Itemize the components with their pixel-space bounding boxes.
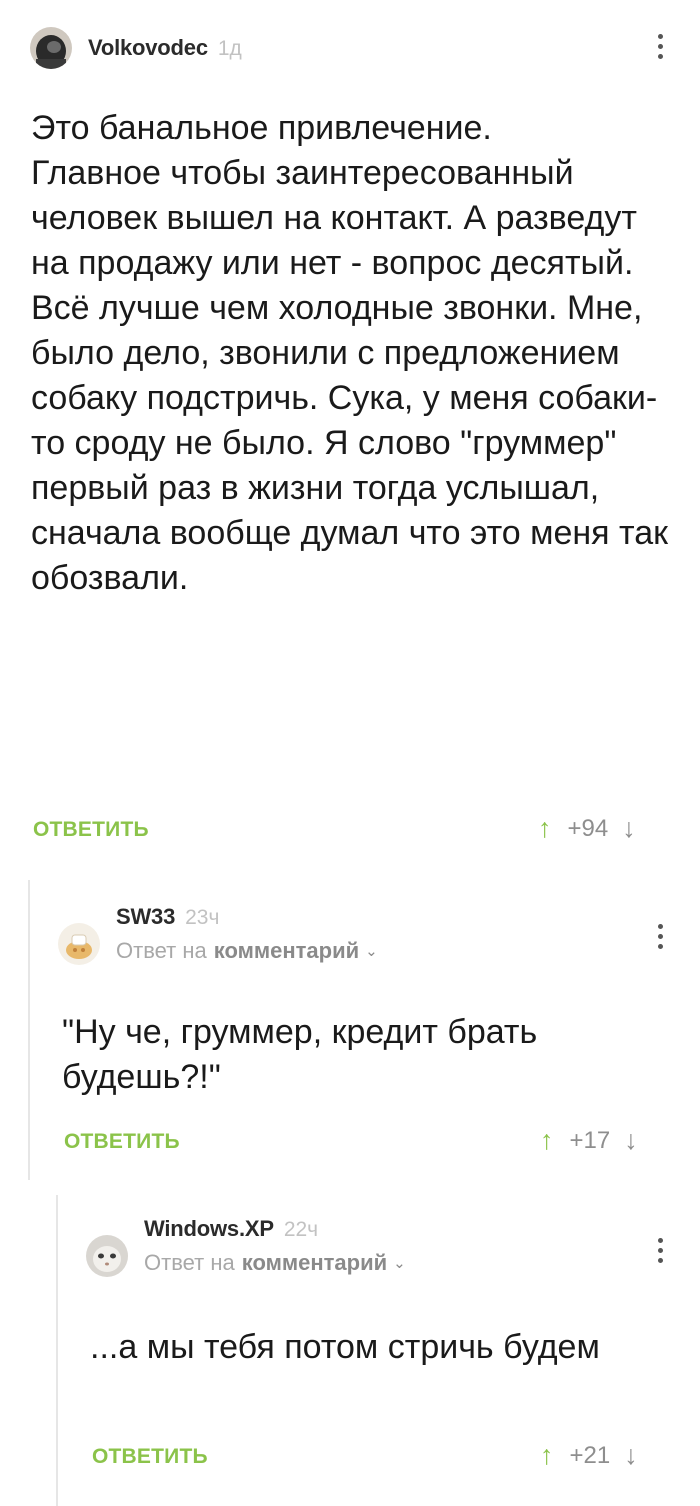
reply-target[interactable]: комментарий [214,938,359,964]
score: +94 [567,814,609,842]
score: +17 [569,1126,611,1154]
comment-text: "Ну че, груммер, кредит брать будешь?!" [62,1013,538,1096]
more-options-icon[interactable] [655,924,665,949]
comment-text: ...а мы тебя потом стричь будем [90,1328,600,1366]
more-options-icon[interactable] [655,1238,665,1263]
upvote-icon[interactable]: ↑ [540,1125,554,1156]
reply-to-link[interactable]: Ответ на комментарий ⌄ [144,1250,406,1276]
downvote-icon[interactable]: ↓ [624,1440,638,1471]
comment-header: SW33 23ч Ответ на комментарий ⌄ [58,903,378,965]
comment: SW33 23ч Ответ на комментарий ⌄ "Ну че, … [28,880,700,1180]
comment-header: Volkovodec 1д [30,27,242,69]
comment-header: Windows.XP 22ч Ответ на комментарий ⌄ [86,1215,406,1277]
reply-prefix: Ответ на [116,938,207,963]
timestamp: 1д [217,37,242,60]
reply-button[interactable]: ОТВЕТИТЬ [64,1130,180,1154]
more-options-icon[interactable] [655,34,665,59]
reply-prefix: Ответ на [144,1250,235,1275]
rating: ↑ +17 ↓ [540,1125,638,1156]
upvote-icon[interactable]: ↑ [538,813,552,844]
avatar[interactable] [30,27,72,69]
comment: Windows.XP 22ч Ответ на комментарий ⌄ ..… [56,1195,700,1506]
rating: ↑ +21 ↓ [540,1440,638,1471]
downvote-icon[interactable]: ↓ [624,1125,638,1156]
comment-text: Это банальное привлечение. Главное чтобы… [31,109,669,597]
downvote-icon[interactable]: ↓ [622,813,636,844]
upvote-icon[interactable]: ↑ [540,1440,554,1471]
author-name[interactable]: Volkovodec [88,35,208,61]
reply-to-link[interactable]: Ответ на комментарий ⌄ [116,938,378,964]
author-name[interactable]: Windows.XP [144,1216,274,1242]
rating: ↑ +94 ↓ [538,813,636,844]
avatar[interactable] [58,923,100,965]
reply-button[interactable]: ОТВЕТИТЬ [33,818,149,842]
reply-target[interactable]: комментарий [242,1250,387,1276]
author-name[interactable]: SW33 [116,904,175,930]
avatar[interactable] [86,1235,128,1277]
timestamp: 23ч [185,906,220,929]
reply-button[interactable]: ОТВЕТИТЬ [92,1445,208,1469]
chevron-down-icon[interactable]: ⌄ [365,942,378,960]
score: +21 [569,1441,611,1469]
comment: Volkovodec 1д Это банальное привлечение.… [0,0,700,870]
chevron-down-icon[interactable]: ⌄ [393,1254,406,1272]
timestamp: 22ч [283,1218,319,1241]
